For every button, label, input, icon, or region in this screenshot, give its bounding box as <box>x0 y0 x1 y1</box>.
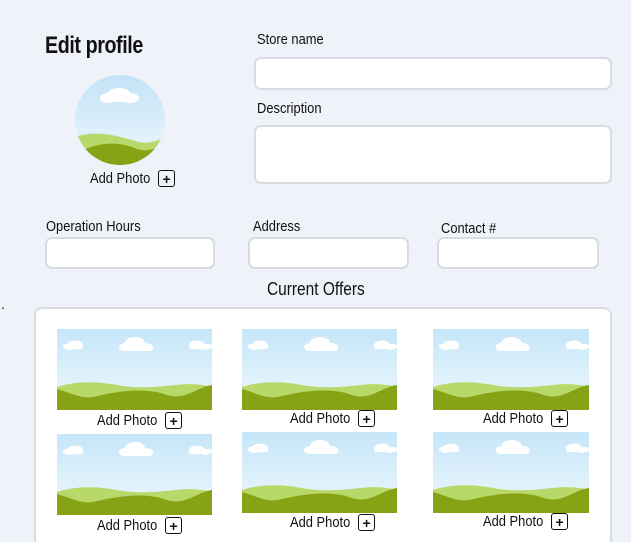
plus-icon: + <box>165 517 183 534</box>
add-photo-label: Add Photo <box>290 410 351 427</box>
landscape-placeholder-icon <box>57 434 212 515</box>
current-offers-title: Current Offers <box>0 279 631 300</box>
plus-icon: + <box>358 410 376 427</box>
offer-photo-1[interactable] <box>57 329 212 410</box>
landscape-placeholder-icon <box>242 329 397 410</box>
operation-hours-label: Operation Hours <box>46 218 141 235</box>
add-photo-label: Add Photo <box>483 513 544 530</box>
profile-photo[interactable] <box>75 75 165 165</box>
offer-photo-4[interactable] <box>57 434 212 515</box>
offer-add-photo-button-3[interactable]: Add Photo + <box>483 410 569 427</box>
description-input[interactable] <box>254 125 612 184</box>
plus-icon: + <box>158 170 176 187</box>
offer-add-photo-button-4[interactable]: Add Photo + <box>97 517 183 534</box>
address-input[interactable] <box>248 237 409 269</box>
offer-photo-3[interactable] <box>433 329 589 410</box>
offer-add-photo-button-5[interactable]: Add Photo + <box>290 514 376 531</box>
offer-photo-6[interactable] <box>433 432 589 513</box>
landscape-placeholder-icon <box>242 432 397 513</box>
offer-add-photo-button-6[interactable]: Add Photo + <box>483 513 569 530</box>
page-title: Edit profile <box>45 32 143 59</box>
landscape-placeholder-icon <box>433 329 589 410</box>
add-photo-label: Add Photo <box>483 410 544 427</box>
offer-add-photo-button-2[interactable]: Add Photo + <box>290 410 376 427</box>
current-offers-title-text: Current Offers <box>266 279 365 299</box>
plus-icon: + <box>165 412 183 429</box>
profile-add-photo-button[interactable]: Add Photo + <box>90 170 176 187</box>
contact-label: Contact # <box>441 220 497 237</box>
operation-hours-input[interactable] <box>45 237 215 269</box>
store-name-input[interactable] <box>254 57 612 90</box>
add-photo-label: Add Photo <box>97 517 158 534</box>
landscape-placeholder-icon <box>75 75 165 165</box>
landscape-placeholder-icon <box>433 432 589 513</box>
store-name-label: Store name <box>257 31 324 48</box>
add-photo-label: Add Photo <box>90 170 151 187</box>
plus-icon: + <box>358 514 376 531</box>
offer-add-photo-button-1[interactable]: Add Photo + <box>97 412 183 429</box>
offer-photo-2[interactable] <box>242 329 397 410</box>
add-photo-label: Add Photo <box>97 412 158 429</box>
landscape-placeholder-icon <box>57 329 212 410</box>
contact-input[interactable] <box>437 237 599 269</box>
description-label: Description <box>257 100 322 117</box>
address-label: Address <box>253 218 301 235</box>
plus-icon: + <box>551 513 569 530</box>
plus-icon: + <box>551 410 569 427</box>
offer-photo-5[interactable] <box>242 432 397 513</box>
add-photo-label: Add Photo <box>290 514 351 531</box>
